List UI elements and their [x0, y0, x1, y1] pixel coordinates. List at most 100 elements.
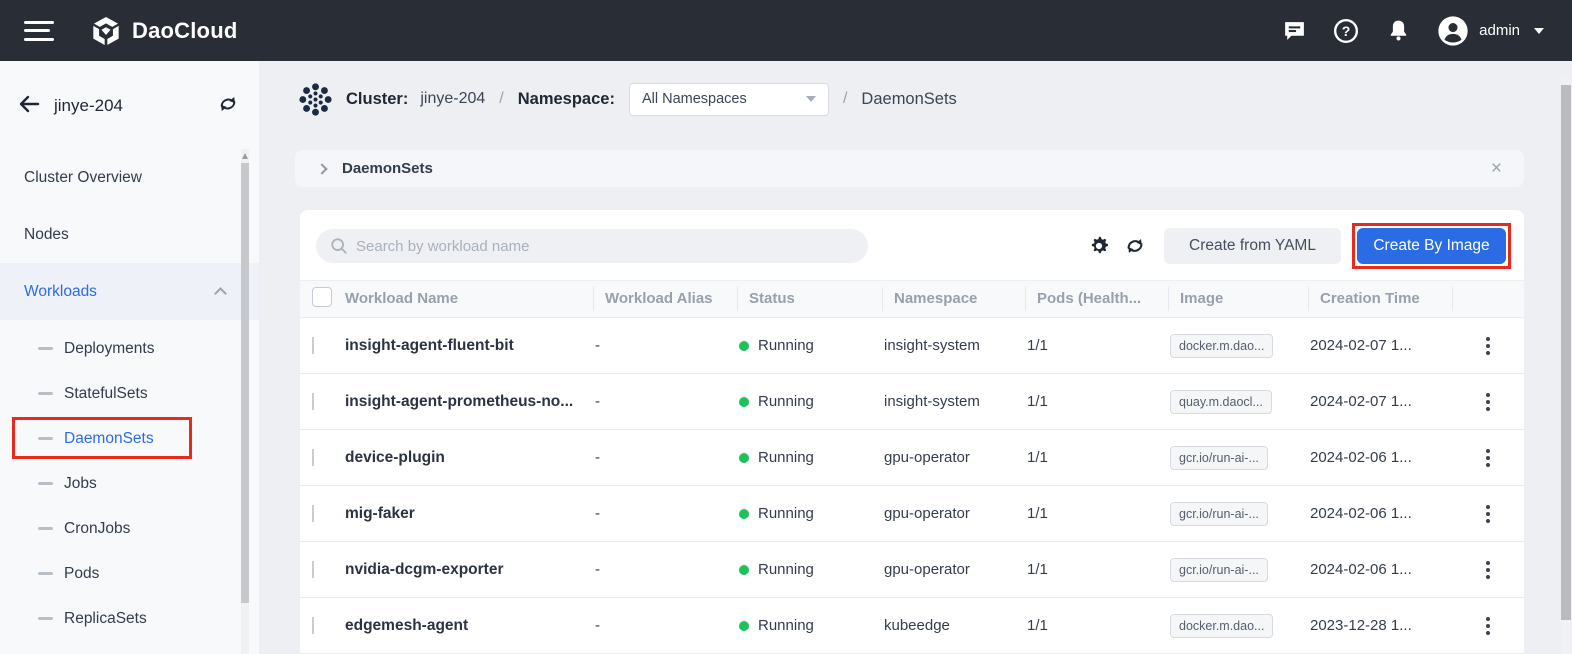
status-text: Running: [758, 449, 814, 466]
workload-name-cell[interactable]: insight-agent-prometheus-no...: [343, 393, 593, 411]
sidebar-item-statefulsets[interactable]: StatefulSets: [0, 371, 259, 416]
workload-name-cell[interactable]: edgemesh-agent: [343, 617, 593, 635]
search-box[interactable]: [316, 229, 868, 263]
pods-cell: 1/1: [1025, 561, 1168, 578]
sidebar-item-label: Nodes: [24, 226, 69, 244]
row-checkbox[interactable]: [312, 449, 314, 466]
status-running-dot: [739, 621, 749, 631]
pods-cell: 1/1: [1025, 393, 1168, 410]
actions-cell: [1452, 505, 1524, 523]
sidebar-item-daemonsets[interactable]: DaemonSets: [0, 416, 259, 461]
search-input[interactable]: [356, 238, 836, 255]
kebab-menu-icon[interactable]: [1478, 617, 1498, 635]
status-cell: Running: [737, 337, 882, 354]
column-header-workload-alias[interactable]: Workload Alias: [593, 287, 737, 311]
sidebar-item-replicasets[interactable]: ReplicaSets: [0, 596, 259, 641]
column-header-namespace[interactable]: Namespace: [882, 287, 1025, 311]
workload-name-cell[interactable]: mig-faker: [343, 505, 593, 523]
breadcrumb-separator: /: [499, 90, 503, 108]
workload-alias-cell: -: [593, 561, 737, 578]
messages-icon[interactable]: [1281, 18, 1307, 44]
close-icon[interactable]: ×: [1491, 159, 1502, 178]
create-from-yaml-button[interactable]: Create from YAML: [1164, 228, 1341, 264]
main-content: Cluster: jinye-204 / Namespace: All Name…: [259, 61, 1572, 654]
sidebar: jinye-204 Cluster Overview Nodes Workloa…: [0, 61, 259, 654]
switch-cluster-icon[interactable]: [217, 94, 239, 119]
hamburger-menu-icon[interactable]: [24, 21, 54, 41]
refresh-icon[interactable]: [1124, 235, 1146, 257]
row-checkbox[interactable]: [312, 617, 314, 634]
sidebar-item-label: Workloads: [24, 283, 97, 301]
breadcrumb: Cluster: jinye-204 / Namespace: All Name…: [299, 79, 957, 119]
sidebar-item-workloads[interactable]: Workloads: [0, 263, 259, 320]
kebab-menu-icon[interactable]: [1478, 505, 1498, 523]
workload-name-cell[interactable]: device-plugin: [343, 449, 593, 467]
help-icon[interactable]: ?: [1333, 18, 1359, 44]
column-header-actions: [1452, 287, 1524, 311]
row-checkbox[interactable]: [312, 393, 314, 410]
column-header-workload-name[interactable]: Workload Name: [343, 287, 593, 311]
creation-time-cell: 2024-02-06 1...: [1308, 561, 1452, 578]
status-running-dot: [739, 397, 749, 407]
notifications-bell-icon[interactable]: [1385, 18, 1411, 44]
kebab-menu-icon[interactable]: [1478, 561, 1498, 579]
row-checkbox-cell: [300, 505, 343, 522]
actions-cell: [1452, 393, 1524, 411]
cluster-icon: [299, 83, 332, 116]
dash-icon: [38, 482, 53, 485]
back-arrow-icon[interactable]: [18, 94, 40, 119]
image-chip: docker.m.dao...: [1170, 334, 1273, 358]
row-checkbox[interactable]: [312, 337, 314, 354]
main-scrollbar-thumb[interactable]: [1561, 85, 1571, 620]
sidebar-item-cluster-overview[interactable]: Cluster Overview: [0, 149, 259, 206]
kebab-menu-icon[interactable]: [1478, 393, 1498, 411]
column-header-image[interactable]: Image: [1168, 287, 1308, 311]
sidebar-item-jobs[interactable]: Jobs: [0, 461, 259, 506]
namespace-select-value: All Namespaces: [642, 91, 747, 107]
sidebar-item-deployments[interactable]: Deployments: [0, 326, 259, 371]
sidebar-scrollbar-up-arrow[interactable]: [242, 153, 248, 159]
breadcrumb-cluster-value[interactable]: jinye-204: [420, 90, 485, 108]
column-header-creation-time[interactable]: Creation Time: [1308, 287, 1452, 311]
row-checkbox[interactable]: [312, 561, 314, 578]
sidebar-scrollbar-thumb[interactable]: [241, 163, 249, 603]
kebab-menu-icon[interactable]: [1478, 449, 1498, 467]
kebab-menu-icon[interactable]: [1478, 337, 1498, 355]
status-text: Running: [758, 337, 814, 354]
settings-gear-icon[interactable]: [1088, 235, 1110, 257]
brand[interactable]: DaoCloud: [90, 15, 237, 47]
row-checkbox-cell: [300, 393, 343, 410]
status-running-dot: [739, 341, 749, 351]
sidebar-item-cronjobs[interactable]: CronJobs: [0, 506, 259, 551]
sidebar-item-nodes[interactable]: Nodes: [0, 206, 259, 263]
chevron-right-icon[interactable]: [316, 163, 327, 174]
user-menu[interactable]: admin: [1437, 15, 1544, 47]
workloads-card: Create from YAML Create By Image Workloa…: [300, 210, 1524, 654]
sidebar-cluster-name: jinye-204: [54, 96, 123, 116]
creation-time-cell: 2024-02-07 1...: [1308, 337, 1452, 354]
user-name: admin: [1479, 22, 1520, 39]
row-checkbox[interactable]: [312, 505, 314, 522]
row-checkbox-cell: [300, 337, 343, 354]
workload-name-cell[interactable]: insight-agent-fluent-bit: [343, 337, 593, 355]
table-header: Workload Name Workload Alias Status Name…: [300, 280, 1524, 318]
daemonsets-tab-bar[interactable]: DaemonSets ×: [295, 150, 1524, 187]
workload-name-cell[interactable]: nvidia-dcgm-exporter: [343, 561, 593, 579]
select-all-checkbox[interactable]: [312, 287, 332, 307]
column-header-pods[interactable]: Pods (Health...: [1025, 287, 1168, 311]
row-checkbox-cell: [300, 449, 343, 466]
pods-cell: 1/1: [1025, 449, 1168, 466]
tab-title: DaemonSets: [342, 160, 433, 177]
actions-cell: [1452, 449, 1524, 467]
create-by-image-button[interactable]: Create By Image: [1357, 228, 1506, 264]
dash-icon: [38, 572, 53, 575]
status-cell: Running: [737, 449, 882, 466]
sidebar-item-label: Deployments: [64, 340, 154, 358]
status-running-dot: [739, 453, 749, 463]
creation-time-cell: 2024-02-07 1...: [1308, 393, 1452, 410]
sidebar-item-pods[interactable]: Pods: [0, 551, 259, 596]
avatar: [1437, 15, 1469, 47]
namespace-select[interactable]: All Namespaces: [629, 83, 829, 116]
column-header-status[interactable]: Status: [737, 287, 882, 311]
creation-time-cell: 2024-02-06 1...: [1308, 449, 1452, 466]
